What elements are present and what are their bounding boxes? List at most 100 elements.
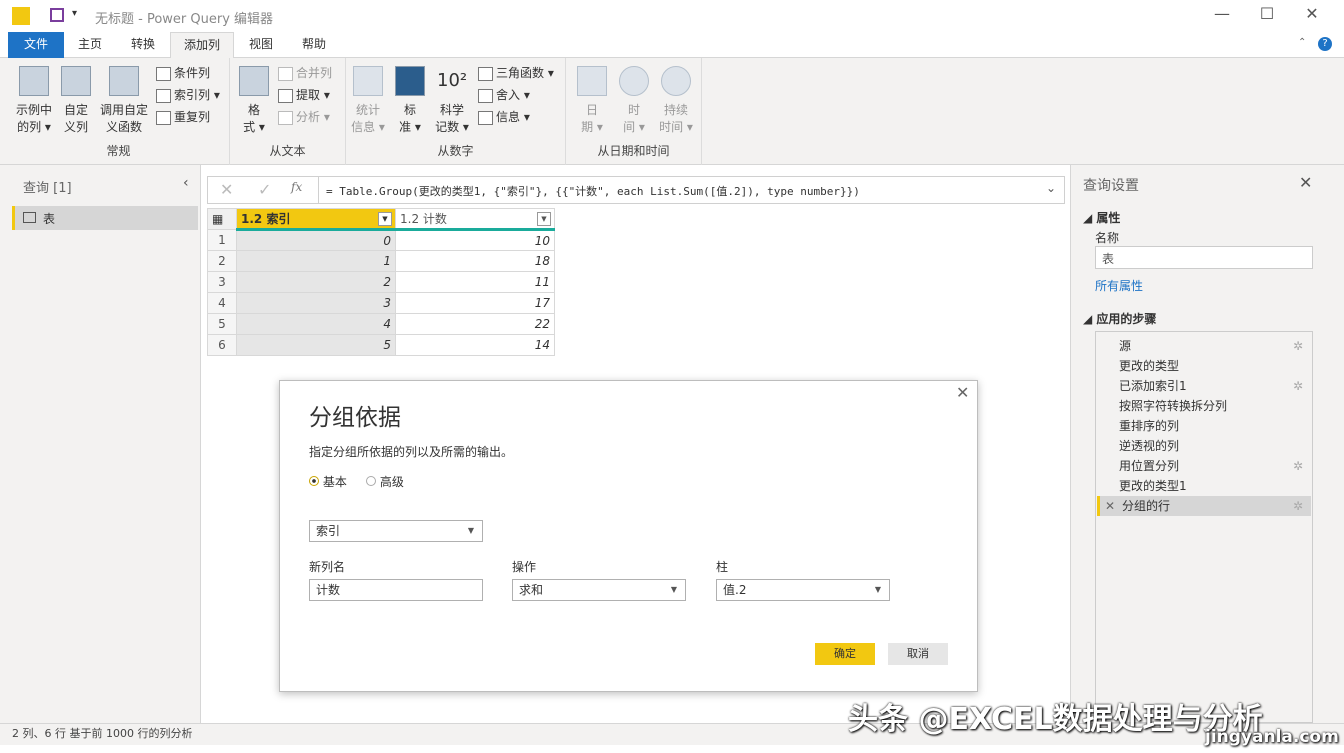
column-header-count[interactable]: 1.2 计数 ▼ bbox=[395, 208, 555, 231]
new-column-name-input[interactable]: 计数 bbox=[309, 579, 483, 601]
duplicate-column-button[interactable]: 重复列 bbox=[154, 107, 210, 127]
applied-step[interactable]: ✕ 分组的行 ✲ bbox=[1097, 496, 1311, 516]
table-row[interactable]: 1 0 10 bbox=[207, 229, 555, 251]
applied-step[interactable]: 按照字符转换拆分列 bbox=[1097, 396, 1311, 416]
expand-formula-icon[interactable]: ⌄ bbox=[1046, 181, 1056, 195]
collapse-pane-icon[interactable]: ‹ bbox=[183, 175, 189, 191]
table-row[interactable]: 2 1 18 bbox=[207, 250, 555, 272]
column-from-examples-button[interactable]: 示例中 的列 ▾ bbox=[12, 66, 56, 136]
watermark-text: 头条 @EXCEL数据处理与分析 bbox=[848, 702, 1263, 737]
table-row[interactable]: 5 4 22 bbox=[207, 313, 555, 335]
applied-step[interactable]: 更改的类型1 bbox=[1097, 476, 1311, 496]
cell-index[interactable]: 0 bbox=[236, 229, 396, 251]
save-icon[interactable] bbox=[50, 8, 64, 22]
help-icon[interactable]: ? bbox=[1318, 37, 1332, 51]
ribbon-tabs: 文件 主页 转换 添加列 视图 帮助 ⌃ ? bbox=[0, 32, 1344, 59]
statistics-button[interactable]: 统计 信息 ▾ bbox=[350, 66, 386, 136]
tab-help[interactable]: 帮助 bbox=[288, 32, 340, 58]
properties-section[interactable]: ◢ 属性 bbox=[1083, 209, 1120, 226]
name-label: 名称 bbox=[1095, 231, 1120, 245]
close-button[interactable]: ✕ bbox=[1292, 4, 1332, 23]
maximize-button[interactable]: ☐ bbox=[1247, 4, 1287, 23]
filter-dropdown-icon[interactable]: ▼ bbox=[378, 212, 392, 226]
gear-icon[interactable]: ✲ bbox=[1293, 496, 1303, 516]
all-properties-link[interactable]: 所有属性 bbox=[1095, 277, 1143, 294]
cell-index[interactable]: 4 bbox=[236, 313, 396, 335]
cell-count[interactable]: 17 bbox=[395, 292, 555, 314]
column-select[interactable]: 值.2 ▼ bbox=[716, 579, 890, 601]
radio-basic[interactable]: 基本 bbox=[309, 473, 347, 490]
cell-index[interactable]: 3 bbox=[236, 292, 396, 314]
table-row[interactable]: 4 3 17 bbox=[207, 292, 555, 314]
merge-columns-button[interactable]: 合并列 bbox=[276, 63, 332, 83]
table-row[interactable]: 6 5 14 bbox=[207, 334, 555, 356]
tab-add-column[interactable]: 添加列 bbox=[170, 32, 234, 59]
tab-home[interactable]: 主页 bbox=[64, 32, 116, 58]
cancel-icon[interactable]: ✕ bbox=[220, 180, 233, 199]
formula-bar: ✕ ✓ fx = Table.Group(更改的类型1, {"索引"}, {{"… bbox=[207, 176, 1065, 204]
gear-icon[interactable]: ✲ bbox=[1293, 376, 1303, 396]
formula-input[interactable]: = Table.Group(更改的类型1, {"索引"}, {{"计数", ea… bbox=[326, 183, 860, 199]
radio-advanced[interactable]: 高级 bbox=[366, 473, 404, 490]
query-item[interactable]: 表 bbox=[12, 206, 198, 230]
cancel-button[interactable]: 取消 bbox=[888, 643, 948, 665]
ok-button[interactable]: 确定 bbox=[815, 643, 875, 665]
cell-index[interactable]: 2 bbox=[236, 271, 396, 293]
minimize-button[interactable]: — bbox=[1202, 4, 1242, 23]
quick-access-dropdown-icon[interactable]: ▾ bbox=[72, 8, 77, 19]
queries-title: 查询 [1] bbox=[23, 181, 72, 196]
duration-button[interactable]: 持续 时间 ▾ bbox=[656, 66, 696, 136]
invoke-custom-function-button[interactable]: 调用自定 义函数 bbox=[96, 66, 152, 136]
custom-column-button[interactable]: 自定 义列 bbox=[58, 66, 94, 136]
cell-index[interactable]: 5 bbox=[236, 334, 396, 356]
cell-index[interactable]: 1 bbox=[236, 250, 396, 272]
information-button[interactable]: 信息 ▾ bbox=[476, 107, 530, 127]
delete-step-icon[interactable]: ✕ bbox=[1105, 496, 1115, 516]
index-column-button[interactable]: 索引列 ▾ bbox=[154, 85, 220, 105]
collapse-ribbon-icon[interactable]: ⌃ bbox=[1298, 37, 1306, 48]
row-number: 1 bbox=[207, 229, 237, 251]
scientific-button[interactable]: 10² 科学 记数 ▾ bbox=[432, 66, 472, 136]
applied-step[interactable]: 源 ✲ bbox=[1097, 336, 1311, 356]
cell-count[interactable]: 14 bbox=[395, 334, 555, 356]
table-row[interactable]: 3 2 11 bbox=[207, 271, 555, 293]
standard-button[interactable]: 标准 ▾ bbox=[392, 66, 428, 136]
group-by-select[interactable]: 索引 ▼ bbox=[309, 520, 483, 542]
conditional-column-button[interactable]: 条件列 bbox=[154, 63, 210, 83]
tab-transform[interactable]: 转换 bbox=[116, 32, 170, 58]
gear-icon[interactable]: ✲ bbox=[1293, 336, 1303, 356]
applied-step[interactable]: 逆透视的列 bbox=[1097, 436, 1311, 456]
new-column-label: 新列名 bbox=[309, 560, 346, 574]
applied-step[interactable]: 用位置分列 ✲ bbox=[1097, 456, 1311, 476]
tab-file[interactable]: 文件 bbox=[8, 32, 64, 58]
check-icon[interactable]: ✓ bbox=[258, 180, 271, 199]
table-menu-icon[interactable]: ▦ bbox=[207, 208, 237, 230]
tab-view[interactable]: 视图 bbox=[234, 32, 288, 58]
gear-icon[interactable]: ✲ bbox=[1293, 456, 1303, 476]
parse-button[interactable]: 分析 ▾ bbox=[276, 107, 330, 127]
format-button[interactable]: 格式 ▾ bbox=[236, 66, 272, 136]
query-name-input[interactable]: 表 bbox=[1095, 246, 1313, 269]
cell-count[interactable]: 22 bbox=[395, 313, 555, 335]
close-pane-icon[interactable]: ✕ bbox=[1299, 173, 1312, 192]
applied-steps-section[interactable]: ◢ 应用的步骤 bbox=[1083, 310, 1156, 327]
ribbon: 示例中 的列 ▾ 自定 义列 调用自定 义函数 条件列 索引列 ▾ 重复列 常规 格式… bbox=[0, 58, 1344, 165]
operation-select[interactable]: 求和 ▼ bbox=[512, 579, 686, 601]
fx-icon[interactable]: fx bbox=[291, 180, 302, 194]
calendar-icon bbox=[577, 66, 607, 96]
sigma-icon bbox=[353, 66, 383, 96]
date-button[interactable]: 日期 ▾ bbox=[574, 66, 610, 136]
applied-step[interactable]: 重排序的列 bbox=[1097, 416, 1311, 436]
rounding-button[interactable]: 舍入 ▾ bbox=[476, 85, 530, 105]
trigonometry-button[interactable]: 三角函数 ▾ bbox=[476, 63, 554, 83]
cell-count[interactable]: 18 bbox=[395, 250, 555, 272]
dialog-close-icon[interactable]: ✕ bbox=[956, 383, 969, 402]
filter-dropdown-icon[interactable]: ▼ bbox=[537, 212, 551, 226]
extract-button[interactable]: 提取 ▾ bbox=[276, 85, 330, 105]
cell-count[interactable]: 11 bbox=[395, 271, 555, 293]
time-button[interactable]: 时间 ▾ bbox=[616, 66, 652, 136]
applied-step[interactable]: 更改的类型 bbox=[1097, 356, 1311, 376]
column-header-index[interactable]: 1.2 索引 ▼ bbox=[236, 208, 396, 231]
cell-count[interactable]: 10 bbox=[395, 229, 555, 251]
applied-step[interactable]: 已添加索引1 ✲ bbox=[1097, 376, 1311, 396]
